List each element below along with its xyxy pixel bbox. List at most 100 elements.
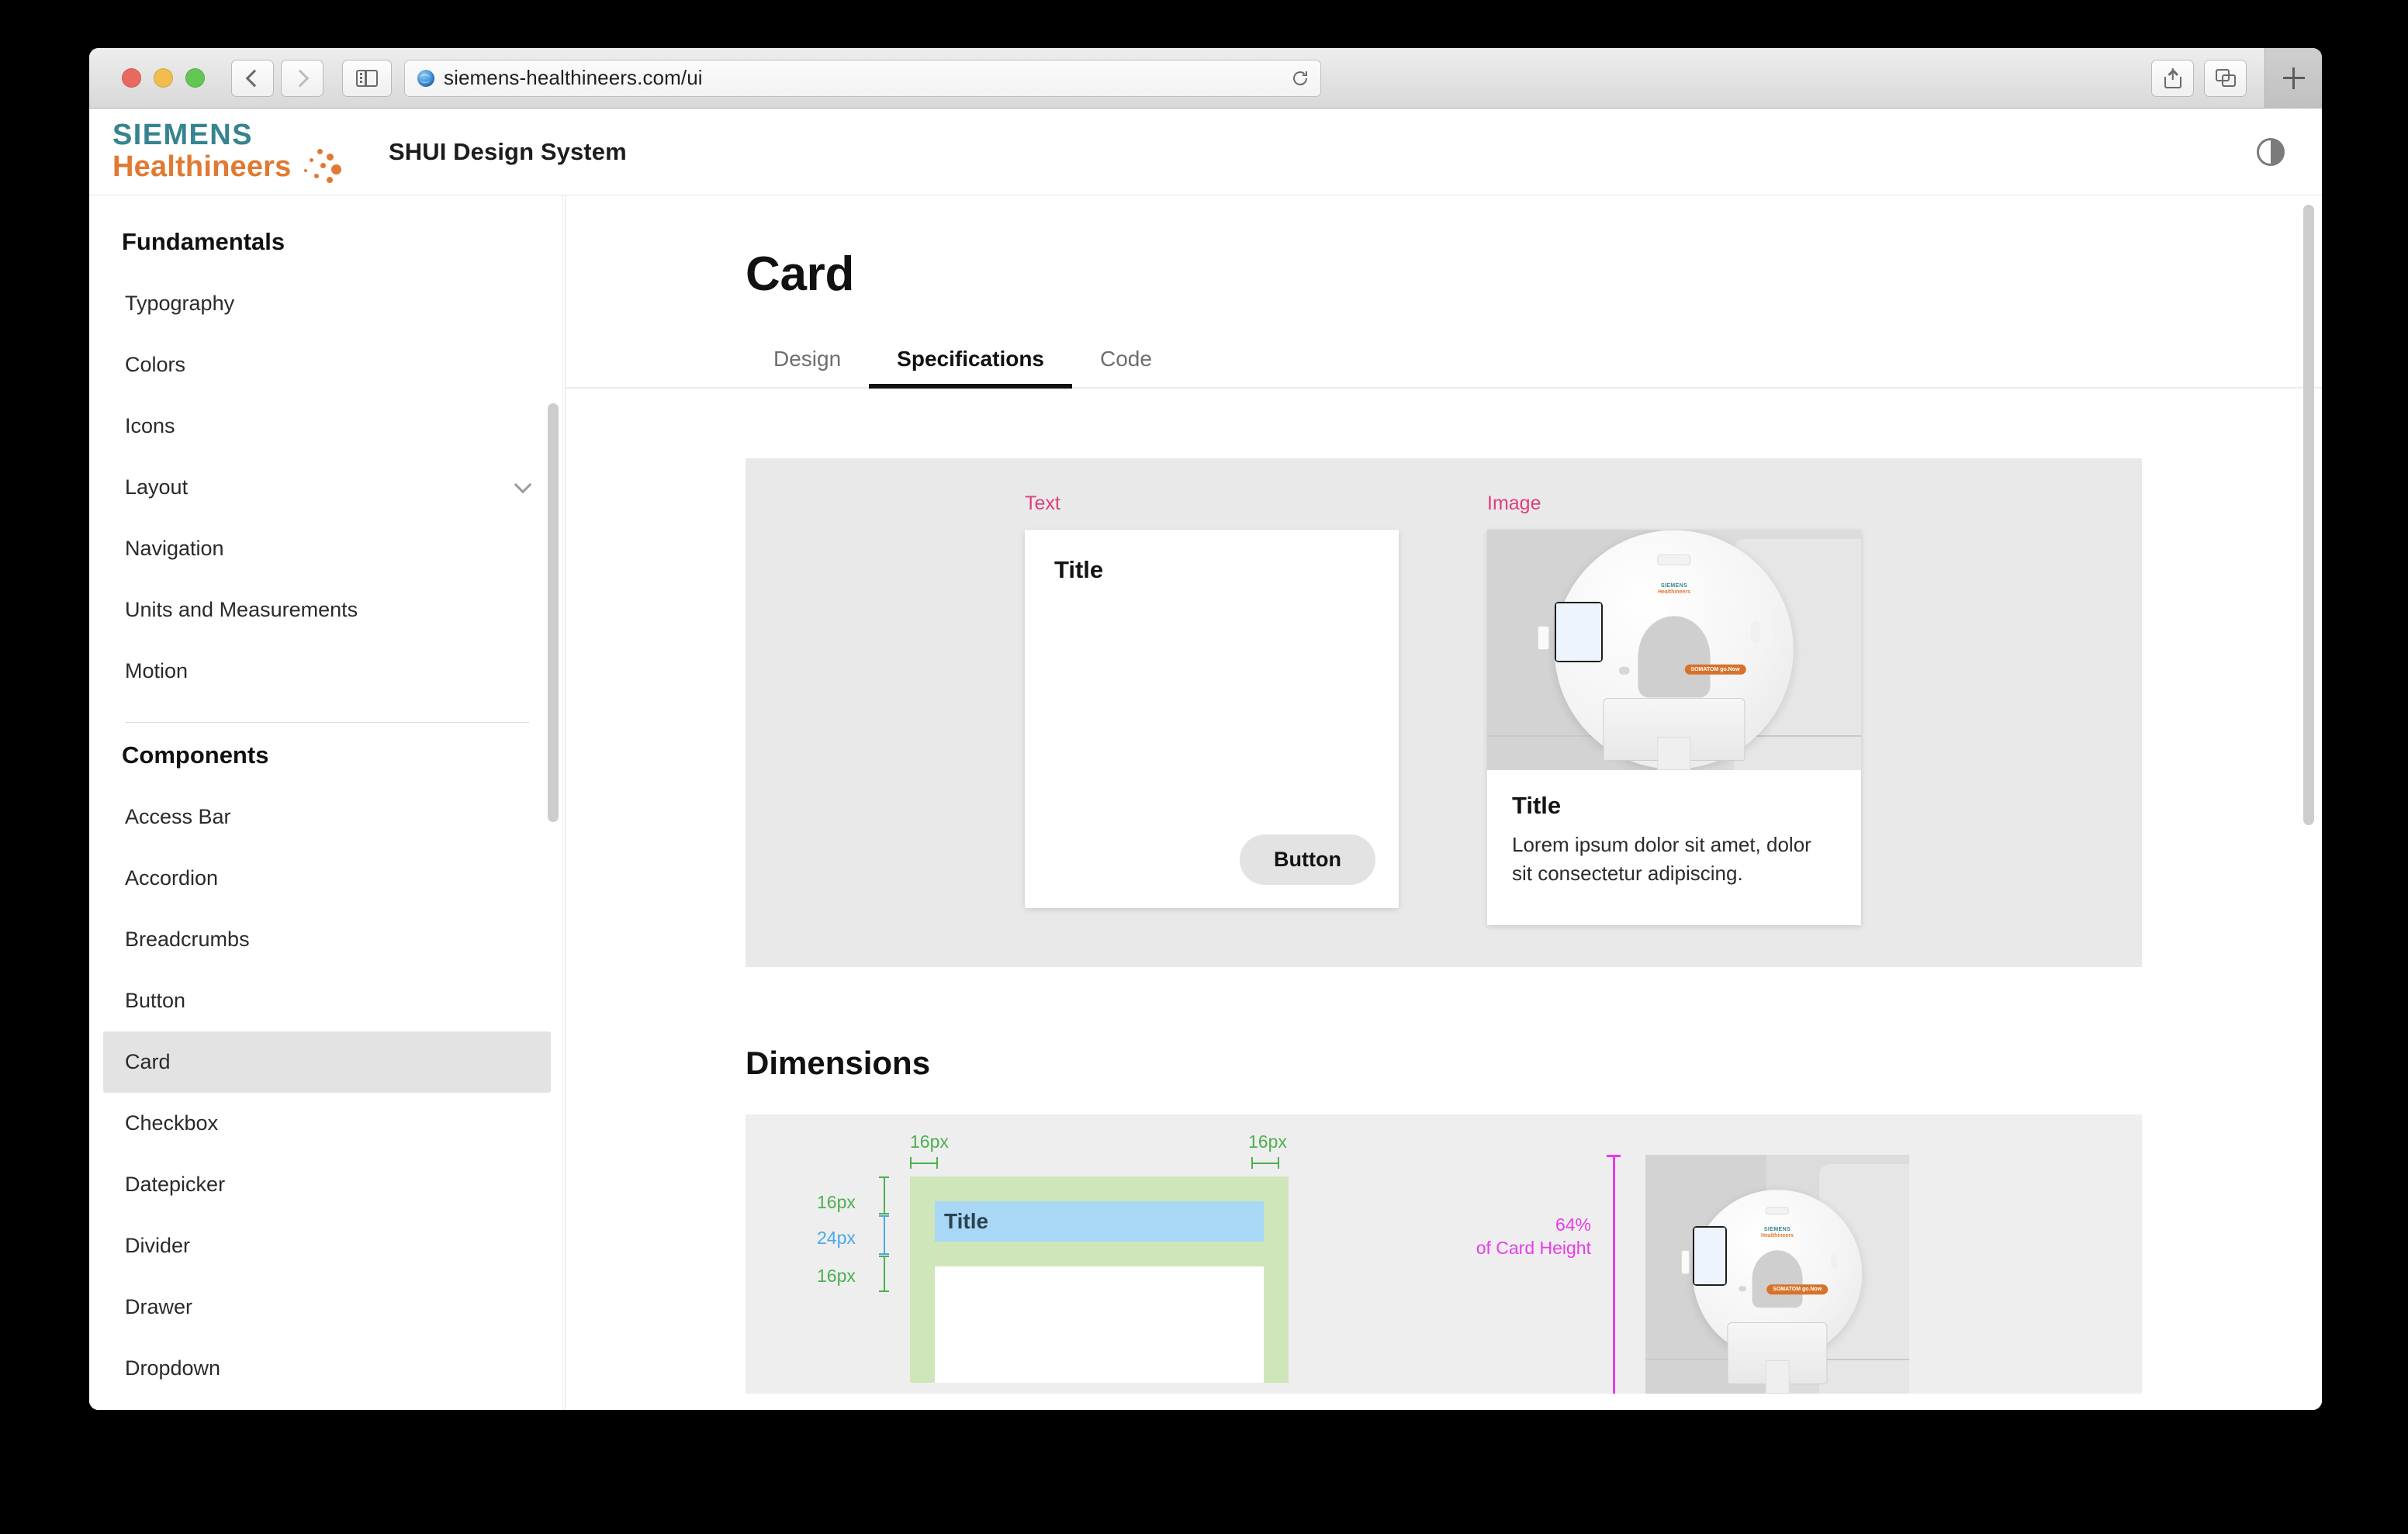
ct-scanner-illustration: SIEMENS Healthineers SOMATOM go.Now — [1487, 530, 1861, 770]
contrast-icon — [2257, 137, 2285, 166]
sidebar-item-label: Breadcrumbs — [125, 928, 250, 951]
spec-top-right-label: 16px — [1248, 1131, 1287, 1152]
text-card-label: Text — [1025, 492, 1060, 514]
minimize-window-button[interactable] — [154, 68, 173, 88]
share-button[interactable] — [2151, 59, 2194, 97]
browser-window: siemens-healthineers.com/ui SIEMENS Heal… — [89, 48, 2322, 1410]
ct-model-badge: SOMATOM go.Now — [1684, 664, 1746, 675]
text-card-title: Title — [1054, 556, 1104, 583]
sidebar-item-label: Button — [125, 989, 186, 1012]
theme-toggle-button[interactable] — [2254, 135, 2288, 169]
sidebar-item-label: Typography — [125, 292, 235, 315]
tab-overview-button[interactable] — [2204, 59, 2247, 97]
sidebar-item-access-bar[interactable]: Access Bar — [103, 786, 551, 848]
sidebar-item-label: Motion — [125, 659, 189, 682]
spec-pad-top-label: 16px — [817, 1192, 856, 1212]
maximize-window-button[interactable] — [185, 68, 205, 88]
tab-code[interactable]: Code — [1072, 336, 1180, 387]
sidebar-scroll-track — [562, 195, 563, 1410]
sidebar-item-card[interactable]: Card — [103, 1031, 551, 1093]
sidebar-item-divider[interactable]: Divider — [103, 1215, 551, 1277]
sidebar-toggle-button[interactable] — [342, 59, 392, 97]
sidebar-item-label: Divider — [125, 1234, 191, 1257]
sidebar-item-label: Units and Measurements — [125, 598, 358, 621]
sidebar-item-label: Dropdown — [125, 1356, 221, 1380]
browser-titlebar: siemens-healthineers.com/ui — [89, 48, 2322, 109]
text-card-example[interactable]: Title Button — [1025, 530, 1399, 908]
sidebar-item-breadcrumbs[interactable]: Breadcrumbs — [103, 909, 551, 970]
back-button[interactable] — [231, 59, 274, 97]
chevron-left-icon — [245, 69, 264, 87]
dimensions-panel: 16px 16px 16px 24px 16px Title 64% of Ca… — [746, 1114, 2142, 1394]
dimensions-card-diagram: Title — [910, 1176, 1289, 1383]
image-card-description: Lorem ipsum dolor sit amet, dolor sit co… — [1512, 833, 1811, 885]
dimensions-title-highlight: Title — [935, 1201, 1264, 1242]
sidebar-item-label: Drawer — [125, 1295, 193, 1318]
sidebar-item-datepicker[interactable]: Datepicker — [103, 1154, 551, 1215]
card-examples-panel: Text Title Button Image SIEMENS Healthin… — [746, 458, 2142, 967]
logo-healthineers-text: Healthineers — [112, 150, 292, 184]
ct-logo-siemens: SIEMENS — [1660, 582, 1688, 589]
sidebar-item-label: Datepicker — [125, 1173, 226, 1196]
logo-dots-icon — [297, 144, 341, 188]
sidebar-item-label: Card — [125, 1050, 171, 1073]
tab-specifications[interactable]: Specifications — [869, 336, 1072, 389]
sidebar-item-layout[interactable]: Layout — [103, 457, 551, 518]
sidebar-item-typography[interactable]: Typography — [103, 273, 551, 334]
sidebar-item-label: Icons — [125, 414, 175, 437]
sidebar-navigation: Fundamentals Typography Colors Icons Layout N… — [89, 195, 566, 1410]
sidebar-item-dropdown[interactable]: Dropdown — [103, 1338, 551, 1399]
card-action-button[interactable]: Button — [1240, 834, 1375, 885]
spec-pad-bottom-label: 16px — [817, 1266, 856, 1286]
siemens-healthineers-logo[interactable]: SIEMENS Healthineers — [112, 120, 345, 183]
content-tabbar: Design Specifications Code — [566, 336, 2322, 389]
globe-icon — [417, 69, 434, 87]
chevron-right-icon — [291, 69, 310, 87]
sidebar-item-label: Navigation — [125, 537, 224, 560]
sidebar-item-motion[interactable]: Motion — [103, 641, 551, 702]
content-page-title: Card — [746, 247, 855, 301]
page-title: SHUI Design System — [389, 137, 627, 165]
sidebar-item-units-and-measurements[interactable]: Units and Measurements — [103, 579, 551, 641]
forward-button[interactable] — [281, 59, 323, 97]
logo-siemens-text: SIEMENS — [112, 119, 253, 152]
sidebar-icon — [356, 69, 378, 87]
sidebar-item-navigation[interactable]: Navigation — [103, 518, 551, 579]
sidebar-item-drawer[interactable]: Drawer — [103, 1277, 551, 1338]
url-text: siemens-healthineers.com/ui — [444, 66, 703, 89]
image-card-example[interactable]: SIEMENS Healthineers SOMATOM go.Now Titl… — [1487, 530, 1861, 925]
reload-icon[interactable] — [1291, 69, 1310, 88]
sidebar-item-accordion[interactable]: Accordion — [103, 848, 551, 909]
content-scroll-area: Card Design Specifications Code Text Tit… — [566, 195, 2322, 1410]
close-window-button[interactable] — [122, 68, 141, 88]
tab-design[interactable]: Design — [746, 336, 869, 387]
new-tab-button[interactable] — [2264, 48, 2322, 109]
image-ratio-value: 64% — [1555, 1214, 1591, 1235]
sidebar-item-label: Accordion — [125, 866, 219, 890]
sidebar-section-title: Fundamentals — [122, 228, 285, 255]
window-controls — [122, 68, 205, 88]
content-scrollbar-thumb[interactable] — [2303, 205, 2314, 825]
toolbar-right — [2151, 48, 2322, 109]
dimensions-image-preview: SIEMENS Healthineers SOMATOM go.Now — [1645, 1155, 1909, 1394]
dimensions-body-area — [935, 1266, 1264, 1383]
sidebar-scrollbar-thumb[interactable] — [548, 403, 559, 822]
sidebar-item-button[interactable]: Button — [103, 970, 551, 1031]
share-icon — [2164, 67, 2181, 88]
sidebar-item-colors[interactable]: Colors — [103, 334, 551, 396]
spec-title-height-label: 24px — [817, 1228, 856, 1248]
chevron-down-icon[interactable] — [514, 475, 532, 493]
card-image: SIEMENS Healthineers SOMATOM go.Now — [1487, 530, 1861, 770]
sidebar-item-checkbox[interactable]: Checkbox — [103, 1093, 551, 1154]
dimensions-title-text: Title — [944, 1209, 989, 1233]
sidebar-item-icons[interactable]: Icons — [103, 396, 551, 457]
spec-top-left-label: 16px — [910, 1131, 949, 1152]
address-bar[interactable]: siemens-healthineers.com/ui — [404, 59, 1321, 97]
sidebar-item-label: Checkbox — [125, 1111, 219, 1135]
sidebar-item-label: Layout — [125, 475, 189, 499]
page-body: Fundamentals Typography Colors Icons Layout N… — [89, 195, 2322, 1410]
dimensions-heading: Dimensions — [746, 1045, 931, 1081]
image-ratio-label: of Card Height — [1476, 1237, 1591, 1258]
ct-logo-healthineers: Healthineers — [1657, 589, 1691, 595]
sidebar-item-label: Access Bar — [125, 805, 231, 828]
